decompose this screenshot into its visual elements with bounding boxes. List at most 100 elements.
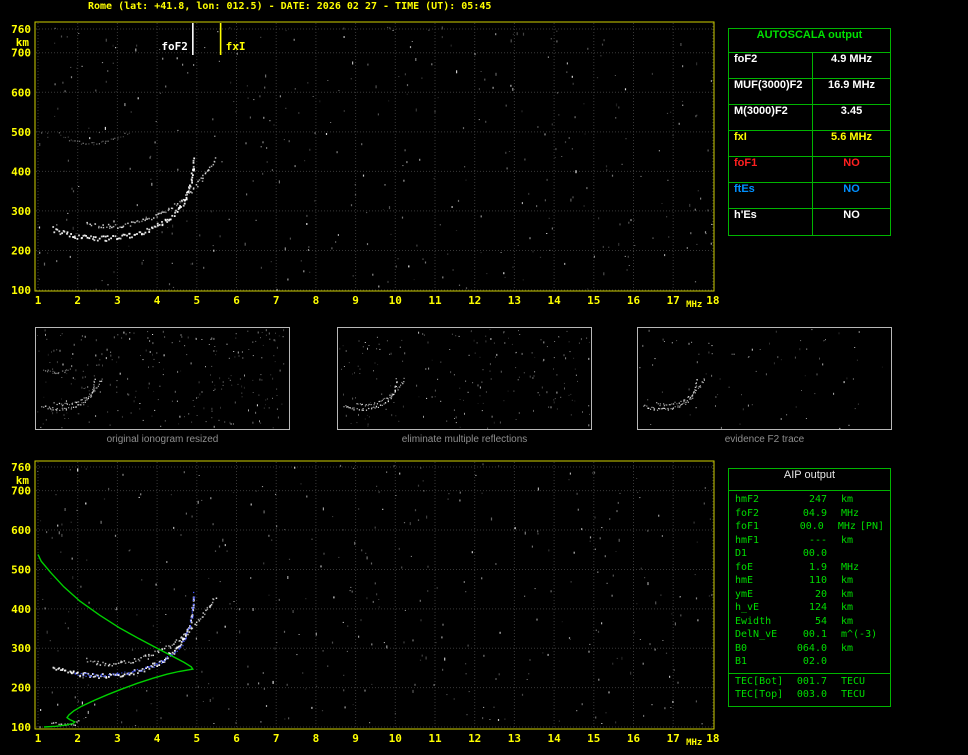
autoscala-row-value: NO: [843, 209, 860, 221]
svg-text:9: 9: [352, 732, 359, 745]
autoscala-row-label: fxI: [729, 131, 813, 156]
aip-row-value: 00.1: [802, 629, 827, 640]
svg-text:1: 1: [35, 294, 42, 307]
autoscala-panel-title: AUTOSCALA output: [729, 29, 890, 53]
svg-text:fxI: fxI: [226, 40, 246, 53]
svg-text:5: 5: [193, 732, 200, 745]
svg-text:9: 9: [352, 294, 359, 307]
thumbnail-evidence-f2-trace-canvas: [639, 329, 883, 429]
aip-row-delnve: DelN_vE 00.1 m^(-3): [729, 629, 890, 643]
aip-row-flag: [PN]: [859, 521, 884, 532]
aip-row-unit: km: [841, 602, 854, 613]
autoscala-row-label: MUF(3000)F2: [729, 79, 813, 104]
aip-row-label: Ewidth: [735, 615, 772, 627]
svg-text:18: 18: [706, 732, 719, 745]
aip-row-value: 20: [814, 588, 827, 600]
aip-row-value: 04.9: [802, 507, 827, 519]
svg-text:10: 10: [389, 294, 402, 307]
aip-row-unit: km: [841, 575, 854, 586]
aip-row-value: 00.0: [802, 548, 827, 559]
aip-output-panel: AIP output hmF2 247 km foF2 04.9 MHz foF…: [728, 468, 891, 707]
autoscala-row-label: foF2: [729, 53, 813, 78]
autoscala-row-value: NO: [843, 157, 860, 169]
svg-text:km: km: [16, 36, 30, 49]
autoscala-row-value: NO: [843, 183, 860, 195]
svg-text:7: 7: [273, 732, 280, 745]
aip-row-hve: h_vE 124 km: [729, 602, 890, 616]
thumbnail-eliminate-reflections: [337, 327, 592, 430]
svg-text:300: 300: [11, 642, 31, 655]
svg-text:MHz: MHz: [686, 300, 702, 310]
svg-text:500: 500: [11, 563, 31, 576]
svg-text:foF2: foF2: [161, 40, 188, 53]
aip-row-label: hmF2: [735, 494, 760, 505]
svg-text:760: 760: [11, 461, 31, 474]
aip-row-unit: km: [841, 615, 854, 627]
svg-text:200: 200: [11, 244, 31, 257]
aip-row-unit: TECU: [841, 689, 866, 700]
aip-row-label: B1: [735, 656, 748, 667]
thumbnail-original-ionogram-canvas: [37, 329, 285, 429]
svg-text:760: 760: [11, 23, 31, 36]
autoscala-row-label: M(3000)F2: [729, 105, 813, 130]
aip-row-label: hmE: [735, 575, 754, 586]
aip-row-unit: TECU: [841, 675, 866, 687]
svg-text:100: 100: [11, 721, 31, 734]
svg-text:11: 11: [428, 732, 442, 745]
autoscala-row-value: 5.6 MHz: [831, 131, 872, 143]
svg-text:6: 6: [233, 732, 240, 745]
aip-row-value: 247: [808, 494, 827, 505]
aip-row-value: 064.0: [796, 642, 827, 654]
aip-tec-separator: [729, 672, 890, 674]
aip-row-value: 110: [808, 575, 827, 586]
svg-text:14: 14: [547, 294, 561, 307]
aip-row-b0: B0 064.0 km: [729, 643, 890, 657]
svg-text:3: 3: [114, 294, 121, 307]
thumbnail-caption-eliminate: eliminate multiple reflections: [401, 434, 528, 445]
aip-row-label: foF2: [735, 507, 760, 519]
aip-row-label: foF1: [735, 521, 760, 532]
aip-row-hmf1: hmF1 --- km: [729, 535, 890, 549]
svg-text:16: 16: [627, 294, 641, 307]
aip-row-unit: km: [841, 534, 854, 546]
aip-row-unit: m^(-3): [841, 629, 878, 640]
aip-row-unit: km: [841, 588, 854, 600]
svg-text:13: 13: [508, 294, 521, 307]
aip-row-yme: ymE 20 km: [729, 589, 890, 603]
autoscala-row-value: 4.9 MHz: [831, 53, 872, 65]
aip-row-hmf2: hmF2 247 km: [729, 494, 890, 508]
aip-row-fof1: foF1 00.0 MHz [PN]: [729, 521, 890, 535]
aip-row-value: 003.0: [796, 689, 827, 700]
svg-text:15: 15: [587, 732, 600, 745]
svg-text:600: 600: [11, 86, 31, 99]
autoscala-row-fof1: foF1 NO: [729, 157, 890, 183]
svg-text:600: 600: [11, 524, 31, 537]
aip-row-b1: B1 02.0: [729, 656, 890, 670]
svg-text:500: 500: [11, 126, 31, 139]
aip-row-label: h_vE: [735, 602, 760, 613]
svg-text:14: 14: [547, 732, 561, 745]
aip-row-unit: MHz: [841, 507, 860, 519]
thumbnail-original-ionogram: [35, 327, 290, 430]
autoscala-row-label: h'Es: [729, 209, 813, 235]
autoscala-row-ftes: ftEs NO: [729, 183, 890, 209]
aip-row-label: DelN_vE: [735, 629, 778, 640]
aip-row-unit: km: [841, 642, 854, 654]
autoscala-row-fxi: fxI 5.6 MHz: [729, 131, 890, 157]
station-date-header: Rome (lat: +41.8, lon: 012.5) - DATE: 20…: [88, 1, 492, 12]
autoscala-row-label: foF1: [729, 157, 813, 182]
aip-row-hme: hmE 110 km: [729, 575, 890, 589]
aip-row-tec-top: TEC[Top] 003.0 TECU: [729, 689, 890, 703]
svg-text:400: 400: [11, 603, 31, 616]
svg-text:5: 5: [193, 294, 200, 307]
svg-text:200: 200: [11, 682, 31, 695]
thumbnail-caption-original: original ionogram resized: [106, 434, 219, 445]
aip-row-label: foE: [735, 561, 754, 573]
svg-text:12: 12: [468, 294, 481, 307]
svg-text:2: 2: [74, 732, 81, 745]
autoscala-row-label: ftEs: [729, 183, 813, 208]
aip-row-label: TEC[Top]: [735, 689, 784, 700]
svg-text:17: 17: [667, 294, 680, 307]
svg-text:8: 8: [313, 294, 320, 307]
autoscaled-ionogram-plot: 760700600500400300200100km1 2 3 4 5 6 7 8 9 10 11 1…: [11, 21, 720, 310]
